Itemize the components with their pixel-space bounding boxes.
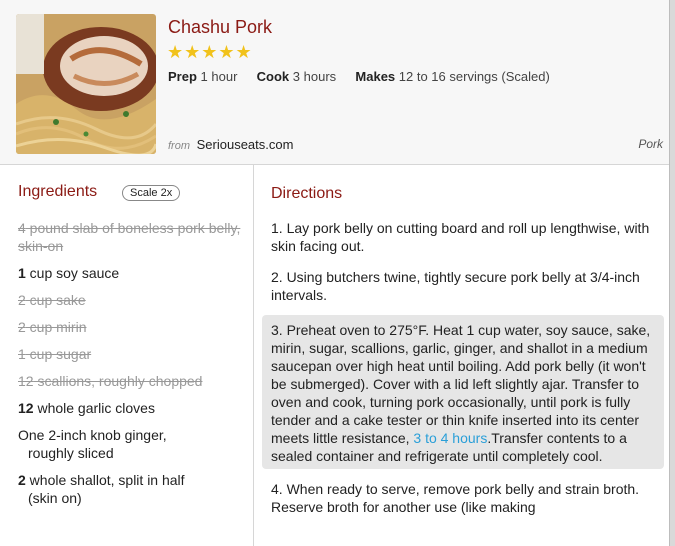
ingredients-list: 4 pound slab of boneless pork belly, ski… bbox=[18, 219, 243, 516]
source-prefix: from bbox=[168, 140, 190, 152]
ingredient-item[interactable]: 2 cup sake bbox=[18, 291, 243, 309]
rating-stars-icon[interactable]: ★★★★★ bbox=[167, 42, 253, 63]
ingredients-heading: Ingredients bbox=[18, 183, 98, 200]
ingredient-item[interactable]: 1 cup soy sauce bbox=[18, 264, 243, 282]
window-edge bbox=[669, 0, 675, 546]
ingredient-item[interactable]: 2 cup mirin bbox=[18, 318, 243, 336]
recipe-header: Chashu Pork ★★★★★ Prep 1 hour Cook 3 hou… bbox=[0, 0, 669, 165]
cook-value: 3 hours bbox=[292, 69, 337, 84]
direction-step-active[interactable]: 3. Preheat oven to 275°F. Heat 1 cup wat… bbox=[262, 315, 664, 469]
directions-list: 1. Lay pork belly on cutting board and r… bbox=[262, 217, 664, 527]
direction-step[interactable]: 1. Lay pork belly on cutting board and r… bbox=[262, 217, 664, 257]
recipe-window: Chashu Pork ★★★★★ Prep 1 hour Cook 3 hou… bbox=[0, 0, 669, 546]
ingredient-item[interactable]: 12 whole garlic cloves bbox=[18, 399, 243, 417]
recipe-title: Chashu Pork bbox=[168, 17, 273, 37]
ingredient-item[interactable]: 1 cup sugar bbox=[18, 345, 243, 363]
cook-label: Cook bbox=[256, 69, 290, 84]
makes-label: Makes bbox=[355, 69, 396, 84]
ingredient-item[interactable]: 2 whole shallot, split in half (skin on) bbox=[18, 471, 243, 507]
recipe-times: Prep 1 hour Cook 3 hours Makes 12 to 16 … bbox=[168, 69, 550, 84]
ingredient-item[interactable]: One 2-inch knob ginger, roughly sliced bbox=[18, 426, 243, 462]
recipe-photo bbox=[16, 14, 156, 154]
prep-value: 1 hour bbox=[200, 69, 238, 84]
direction-step[interactable]: 4. When ready to serve, remove pork bell… bbox=[262, 478, 664, 518]
ingredient-item[interactable]: 12 scallions, roughly chopped bbox=[18, 372, 243, 390]
column-divider bbox=[253, 165, 254, 546]
source-link[interactable]: Seriouseats.com bbox=[197, 137, 294, 152]
recipe-category: Pork bbox=[638, 137, 663, 151]
prep-label: Prep bbox=[168, 69, 197, 84]
recipe-source: from Seriouseats.com bbox=[168, 137, 293, 152]
timer-link[interactable]: 3 to 4 hours bbox=[413, 430, 487, 446]
scale-button[interactable]: Scale 2x bbox=[122, 185, 181, 201]
directions-heading: Directions bbox=[271, 185, 343, 202]
direction-step[interactable]: 2. Using butchers twine, tightly secure … bbox=[262, 266, 664, 306]
makes-value: 12 to 16 servings (Scaled) bbox=[398, 69, 550, 84]
ingredient-item[interactable]: 4 pound slab of boneless pork belly, ski… bbox=[18, 219, 243, 255]
